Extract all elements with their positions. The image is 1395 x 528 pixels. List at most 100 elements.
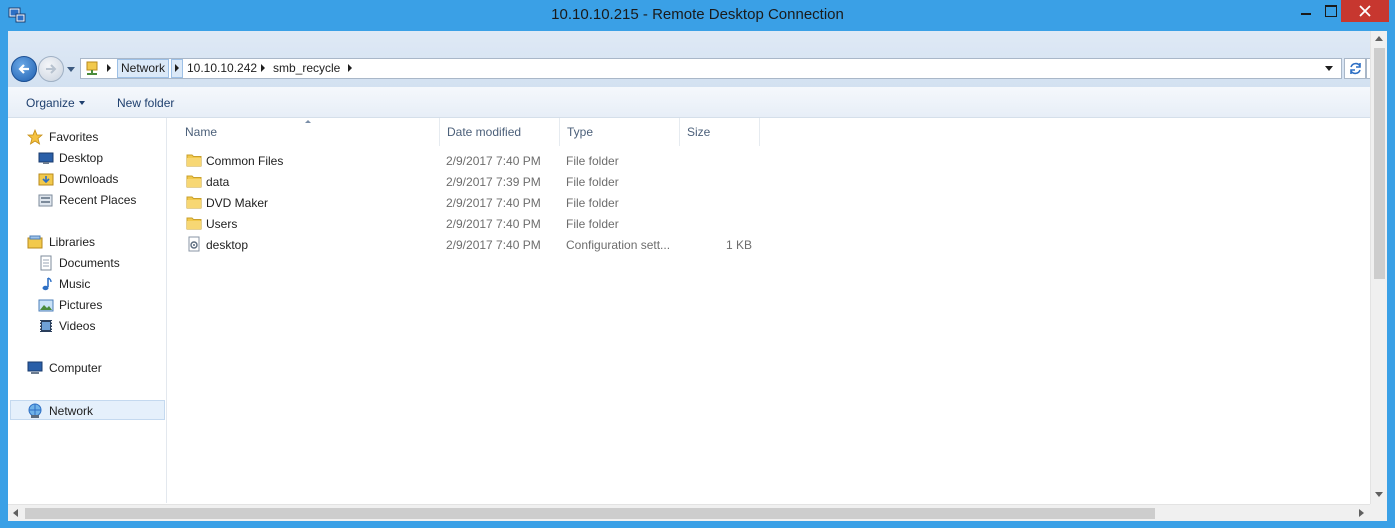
file-size: 1 KB — [725, 238, 752, 252]
nav-videos[interactable]: Videos — [8, 316, 165, 336]
recent-places-icon — [38, 194, 53, 207]
forward-button[interactable] — [38, 56, 64, 82]
file-list-header: Name Date modified Type Size — [178, 118, 1358, 146]
nav-favorites[interactable]: Favorites — [8, 127, 165, 147]
sort-ascending-icon — [305, 120, 311, 123]
file-row[interactable]: Common Files 2/9/2017 7:40 PM File folde… — [178, 150, 768, 171]
file-date: 2/9/2017 7:40 PM — [446, 238, 541, 252]
videos-icon — [40, 320, 52, 332]
breadcrumb-chevron-icon[interactable] — [261, 64, 265, 72]
file-date: 2/9/2017 7:39 PM — [446, 175, 541, 189]
scroll-right-icon[interactable] — [1359, 509, 1364, 517]
breadcrumb-chevron-icon[interactable] — [107, 64, 111, 72]
address-bar[interactable]: Network 10.10.10.242 smb_recycle — [80, 58, 1342, 79]
folder-icon — [186, 175, 202, 188]
libraries-icon — [27, 235, 43, 249]
scroll-down-icon[interactable] — [1375, 492, 1383, 497]
vertical-scrollbar[interactable] — [1370, 31, 1387, 504]
breadcrumb-host[interactable]: 10.10.10.242 — [187, 59, 257, 78]
desktop-icon — [38, 152, 54, 164]
downloads-folder-icon — [38, 173, 54, 186]
file-name: data — [206, 175, 230, 189]
nav-label: Pictures — [59, 298, 103, 312]
column-header-type[interactable]: Type — [560, 118, 680, 146]
column-header-size[interactable]: Size — [680, 118, 760, 146]
star-icon — [27, 129, 43, 145]
file-type: Configuration sett... — [566, 238, 671, 252]
breadcrumb-network[interactable]: Network — [117, 59, 170, 78]
nav-label: Music — [59, 277, 91, 291]
command-bar: Organize New folder — [8, 87, 1370, 118]
nav-downloads[interactable]: Downloads — [8, 169, 165, 189]
folder-icon — [186, 217, 202, 230]
file-name: Users — [206, 217, 238, 231]
back-button[interactable] — [11, 56, 37, 82]
nav-label: Network — [49, 404, 94, 418]
file-type: File folder — [566, 217, 619, 231]
address-dropdown-icon[interactable] — [1325, 66, 1333, 71]
file-row[interactable]: DVD Maker 2/9/2017 7:40 PM File folder — [178, 192, 768, 213]
nav-pictures[interactable]: Pictures — [8, 295, 165, 315]
file-name: desktop — [206, 238, 249, 252]
scrollbar-corner — [1370, 504, 1387, 521]
config-file-icon — [188, 236, 200, 252]
nav-computer[interactable]: Computer — [8, 358, 165, 378]
network-location-icon — [86, 61, 98, 75]
close-button[interactable] — [1341, 0, 1389, 22]
horizontal-scrollbar[interactable] — [8, 504, 1370, 521]
maximize-button[interactable] — [1316, 0, 1344, 22]
documents-icon — [40, 255, 52, 271]
chevron-down-icon[interactable] — [79, 101, 85, 105]
refresh-icon — [1350, 62, 1361, 75]
file-date: 2/9/2017 7:40 PM — [446, 196, 541, 210]
nav-desktop[interactable]: Desktop — [8, 148, 165, 168]
network-icon — [28, 403, 42, 418]
nav-music[interactable]: Music — [8, 274, 165, 294]
file-type: File folder — [566, 154, 619, 168]
nav-label: Recent Places — [59, 193, 137, 207]
nav-documents[interactable]: Documents — [8, 253, 165, 273]
vertical-scroll-thumb[interactable] — [1374, 48, 1385, 279]
breadcrumb-separator[interactable] — [171, 59, 183, 78]
title-bar: 10.10.10.215 - Remote Desktop Connection — [0, 0, 1395, 31]
scroll-up-icon[interactable] — [1375, 36, 1383, 41]
column-header-date-modified[interactable]: Date modified — [440, 118, 560, 146]
folder-icon — [186, 196, 202, 209]
pictures-icon — [38, 299, 54, 312]
scroll-left-icon[interactable] — [13, 509, 18, 517]
music-icon — [42, 277, 52, 291]
explorer-window: Network 10.10.10.242 smb_recycle Organiz… — [8, 31, 1387, 521]
back-arrow-icon — [18, 64, 29, 74]
nav-label: Desktop — [59, 151, 104, 165]
file-row[interactable]: data 2/9/2017 7:39 PM File folder — [178, 171, 768, 192]
file-date: 2/9/2017 7:40 PM — [446, 154, 541, 168]
forward-arrow-icon — [46, 64, 57, 74]
nav-label: Favorites — [49, 130, 99, 144]
nav-label: Documents — [59, 256, 120, 270]
window-title: 10.10.10.215 - Remote Desktop Connection — [551, 6, 844, 23]
nav-network[interactable]: Network — [10, 400, 165, 420]
horizontal-scroll-thumb[interactable] — [25, 508, 1155, 519]
close-icon — [1359, 5, 1371, 17]
nav-label: Libraries — [49, 235, 96, 249]
nav-recent-places[interactable]: Recent Places — [8, 190, 165, 210]
file-date: 2/9/2017 7:40 PM — [446, 217, 541, 231]
nav-label: Videos — [59, 319, 96, 333]
breadcrumb-share[interactable]: smb_recycle — [273, 59, 340, 78]
breadcrumb-chevron-icon — [175, 64, 179, 72]
folder-icon — [186, 154, 202, 167]
file-type: File folder — [566, 196, 619, 210]
new-folder-button[interactable]: New folder — [117, 96, 174, 110]
file-row[interactable]: Users 2/9/2017 7:40 PM File folder — [178, 213, 768, 234]
file-type: File folder — [566, 175, 619, 189]
nav-libraries[interactable]: Libraries — [8, 232, 165, 252]
file-row[interactable]: desktop 2/9/2017 7:40 PM Configuration s… — [178, 234, 768, 255]
nav-label: Computer — [49, 361, 102, 375]
file-name: Common Files — [206, 154, 284, 168]
refresh-button[interactable] — [1344, 58, 1366, 79]
recent-locations-icon[interactable] — [66, 64, 76, 74]
navigation-bar: Network 10.10.10.242 smb_recycle — [8, 31, 1370, 87]
breadcrumb-chevron-icon[interactable] — [348, 64, 352, 72]
navigation-pane: Favorites Desktop Downloads Recent Place… — [8, 118, 167, 503]
organize-button[interactable]: Organize — [26, 96, 75, 110]
